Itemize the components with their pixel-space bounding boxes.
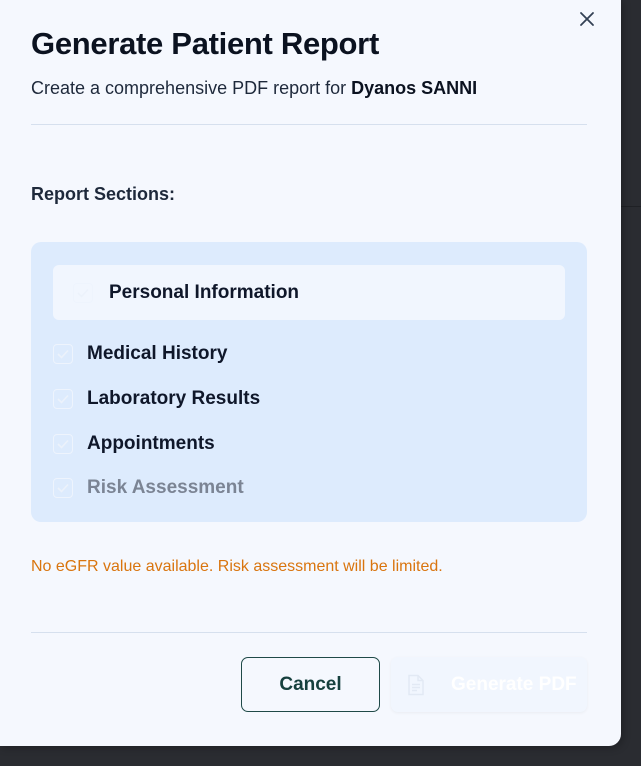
footer-divider [31, 632, 587, 633]
check-icon [77, 288, 89, 298]
generate-pdf-button[interactable]: Generate PDF [391, 657, 587, 712]
personal-information-label: Personal Information [109, 282, 300, 303]
subtitle-text: Create a comprehensive PDF report for [31, 78, 347, 98]
check-icon [57, 483, 69, 493]
patient-name: Dyanos SANNI [351, 78, 478, 98]
risk-assessment-checkbox [53, 478, 73, 498]
medical-history-checkbox[interactable] [53, 344, 73, 364]
report-sections-label: Report Sections: [31, 184, 176, 204]
generate-report-dialog: Generate Patient Report Create a compreh… [0, 0, 621, 746]
appointments-checkbox[interactable] [53, 434, 73, 454]
close-icon [579, 11, 595, 32]
personal-information-checkbox[interactable] [73, 283, 93, 303]
close-button[interactable] [576, 10, 598, 32]
check-icon [57, 394, 69, 404]
egfr-warning: No eGFR value available. Risk assessment… [31, 558, 443, 575]
dialog-subtitle: Create a comprehensive PDF report for Dy… [31, 78, 477, 99]
check-icon [57, 349, 69, 359]
laboratory-results-label: Laboratory Results [87, 388, 261, 409]
appointments-label: Appointments [87, 433, 215, 454]
backdrop [621, 206, 641, 607]
generate-pdf-label: Generate PDF [451, 673, 577, 695]
risk-assessment-label: Risk Assessment [87, 477, 244, 498]
dialog-title: Generate Patient Report [31, 26, 379, 61]
laboratory-results-checkbox[interactable] [53, 389, 73, 409]
check-icon [57, 439, 69, 449]
report-sections-list: Personal Information Medical History Lab… [31, 242, 587, 522]
file-text-icon [407, 674, 425, 696]
medical-history-label: Medical History [87, 343, 228, 364]
header-divider [31, 124, 587, 125]
cancel-button[interactable]: Cancel [241, 657, 380, 712]
